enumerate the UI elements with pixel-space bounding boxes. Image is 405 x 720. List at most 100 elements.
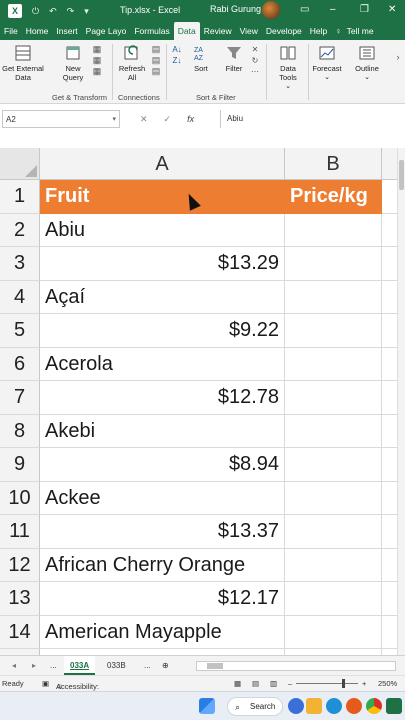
row-header[interactable]: 4 — [0, 280, 40, 314]
chrome-icon[interactable] — [366, 698, 382, 714]
tab-insert[interactable]: Insert — [52, 22, 81, 40]
tab-data[interactable]: Data — [173, 22, 200, 40]
get-external-data-button[interactable]: Get External Data — [2, 44, 44, 82]
cell-a[interactable]: $9.22 — [40, 314, 285, 348]
cell-c[interactable] — [382, 381, 397, 415]
cell-b[interactable] — [285, 280, 382, 314]
cell-a[interactable]: Ackee — [40, 481, 285, 515]
prev-sheet-icon[interactable]: ◂ — [12, 661, 16, 670]
cell-b[interactable] — [285, 213, 382, 247]
copilot-icon[interactable] — [288, 698, 304, 714]
cell-c[interactable] — [382, 348, 397, 381]
cell-c[interactable] — [382, 582, 397, 616]
cell-a[interactable]: $8.94 — [40, 448, 285, 482]
restore-button[interactable]: ❐ — [360, 4, 369, 15]
cell-c[interactable] — [382, 549, 397, 582]
cell-b[interactable] — [285, 414, 382, 448]
row-header[interactable]: 6 — [0, 347, 40, 381]
undo-icon[interactable]: ↶ — [49, 6, 57, 17]
next-sheet-icon[interactable]: ▸ — [32, 661, 36, 670]
filter-small-icons[interactable]: ✕ ↻ ⋯ — [250, 44, 260, 77]
cell-c[interactable] — [382, 482, 397, 515]
tab-help[interactable]: Help — [306, 22, 331, 40]
forecast-button[interactable]: Forecast ⌄ — [310, 44, 344, 81]
tab-view[interactable]: View — [236, 22, 262, 40]
normal-view-icon[interactable]: ▦ — [234, 679, 241, 688]
row-header[interactable]: 5 — [0, 314, 40, 348]
tab-developer[interactable]: Develope — [262, 22, 306, 40]
name-box[interactable]: A2 ▾ — [2, 110, 120, 128]
vertical-scrollbar[interactable] — [397, 148, 405, 655]
cell-c[interactable] — [382, 180, 397, 214]
header-cell-fruit[interactable]: Fruit — [40, 180, 285, 214]
cell-c[interactable] — [382, 515, 397, 549]
cell-c[interactable] — [382, 214, 397, 247]
select-all-corner[interactable] — [0, 148, 40, 180]
edge-icon[interactable] — [326, 698, 342, 714]
cell-b[interactable] — [285, 247, 382, 281]
column-header-a[interactable]: A — [40, 148, 285, 180]
enter-icon[interactable]: ✓ — [164, 114, 172, 125]
tab-formulas[interactable]: Formulas — [130, 22, 173, 40]
header-cell-price[interactable]: Price/kg — [285, 180, 382, 214]
user-name[interactable]: Rabi Gurung — [210, 4, 261, 14]
cell-a[interactable]: Acerola — [40, 347, 285, 381]
add-sheet-button[interactable]: ⊕ — [156, 656, 175, 675]
cell-a[interactable]: Abiu — [40, 213, 285, 247]
row-header[interactable]: 1 — [0, 180, 40, 214]
tab-file[interactable]: File — [0, 22, 22, 40]
cell-b[interactable] — [285, 381, 382, 415]
new-query-button[interactable]: New Query — [56, 44, 90, 82]
cell-b[interactable] — [285, 548, 382, 582]
insert-function-icon[interactable]: fx — [187, 114, 194, 125]
cell-a[interactable]: Akebi — [40, 414, 285, 448]
row-header[interactable]: 3 — [0, 247, 40, 281]
row-header[interactable]: 14 — [0, 615, 40, 649]
sheet-ellipsis-left[interactable]: ... — [44, 656, 63, 675]
filter-button[interactable]: Filter — [220, 44, 248, 73]
row-header[interactable]: 2 — [0, 213, 40, 247]
cell-b[interactable] — [285, 481, 382, 515]
cell-c[interactable] — [382, 448, 397, 482]
refresh-all-button[interactable]: Refresh All — [116, 44, 148, 82]
sort-button[interactable]: ZA AZ Sort — [188, 44, 214, 73]
row-header[interactable]: 9 — [0, 448, 40, 482]
customize-icon[interactable]: ▾ — [84, 6, 89, 17]
cell-c[interactable] — [382, 281, 397, 314]
row-header[interactable]: 10 — [0, 481, 40, 515]
horizontal-scrollbar[interactable] — [196, 661, 396, 671]
page-break-view-icon[interactable]: ▥ — [270, 679, 277, 688]
avatar[interactable] — [262, 1, 280, 19]
zoom-slider-thumb[interactable] — [342, 679, 345, 688]
firefox-icon[interactable] — [346, 698, 362, 714]
cell-a[interactable]: Açaí — [40, 280, 285, 314]
chevron-down-icon[interactable]: ▾ — [112, 115, 116, 123]
zoom-out-icon[interactable]: – — [288, 679, 292, 688]
autosave-icon[interactable]: ⏻ — [32, 6, 39, 17]
spreadsheet-grid[interactable]: A B 1 Fruit Price/kg 2 Abiu 3 $13.29 4 Açaí 5 $9.2… — [0, 148, 397, 655]
cell-b[interactable] — [285, 615, 382, 649]
cell-a[interactable]: $12.17 — [40, 582, 285, 616]
ribbon-scroll-icon[interactable]: › — [392, 52, 404, 62]
row-header[interactable]: 11 — [0, 515, 40, 549]
outline-button[interactable]: Outline ⌄ — [350, 44, 384, 81]
tab-review[interactable]: Review — [200, 22, 236, 40]
connections-small-icons[interactable]: ▤ ▤ ▤ — [150, 44, 162, 77]
formula-input[interactable]: Abiu — [220, 110, 403, 128]
scrollbar-thumb[interactable] — [399, 160, 404, 190]
zoom-slider[interactable] — [296, 683, 358, 684]
sheet-ellipsis-right[interactable]: ... — [138, 656, 157, 675]
macro-record-icon[interactable]: ▣ — [42, 679, 49, 688]
cell-a[interactable]: American Mayapple — [40, 615, 285, 649]
row-header[interactable]: 7 — [0, 381, 40, 415]
row-header[interactable]: 8 — [0, 414, 40, 448]
cell-c[interactable] — [382, 314, 397, 348]
cell-b[interactable] — [285, 347, 382, 381]
cell-c[interactable] — [382, 415, 397, 448]
ribbon-display-icon[interactable]: ▭ — [300, 4, 309, 15]
cell-a[interactable]: $13.29 — [40, 247, 285, 281]
query-small-icons[interactable]: ▦ ▦ ▦ — [90, 44, 104, 77]
cell-b[interactable] — [285, 582, 382, 616]
cancel-icon[interactable]: ✕ — [140, 114, 148, 125]
cell-b[interactable] — [285, 448, 382, 482]
